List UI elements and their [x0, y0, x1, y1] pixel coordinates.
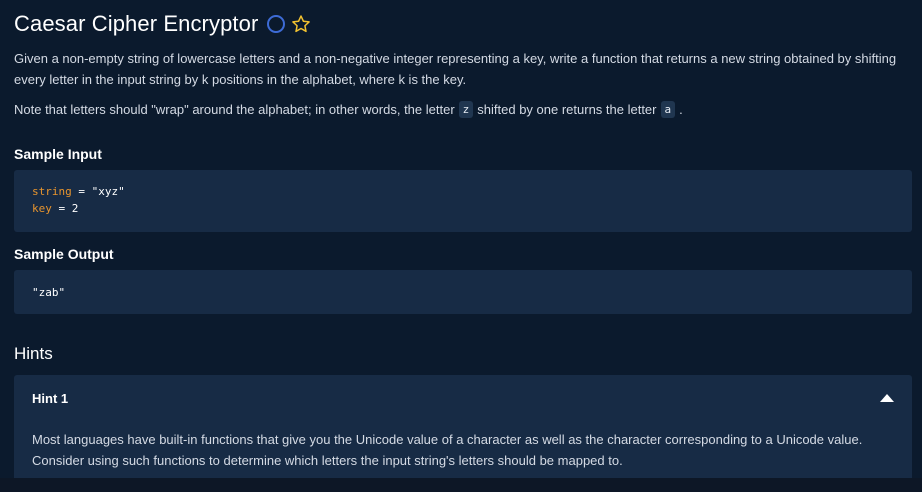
code-variable: key [32, 202, 52, 215]
hint-text: Most languages have built-in functions t… [32, 432, 863, 468]
title-row: Caesar Cipher Encryptor [14, 10, 908, 38]
hint-label: Hint 1 [32, 390, 69, 406]
bottom-bar [0, 478, 922, 492]
problem-page: Caesar Cipher Encryptor Given a non-empt… [0, 0, 922, 485]
hint-toggle[interactable]: Hint 1 [14, 375, 912, 421]
sample-output-code: "zab" [14, 270, 912, 314]
code-chip-z: z [458, 101, 474, 118]
sample-input-heading: Sample Input [14, 146, 102, 162]
star-icon[interactable] [291, 14, 311, 34]
caret-up-icon[interactable] [880, 394, 894, 402]
note-text-start: Note that letters should "wrap" around t… [14, 102, 455, 117]
note-text-end: . [679, 102, 683, 117]
code-line: "zab" [32, 286, 66, 299]
status-circle-icon[interactable] [267, 15, 286, 33]
hint-card: Hint 1 Most languages have built-in func… [14, 375, 912, 485]
problem-note: Note that letters should "wrap" around t… [14, 99, 908, 120]
sample-input-code: string = "xyz" key = 2 [14, 170, 912, 232]
code-chip-a: a [660, 101, 676, 118]
code-variable: string [32, 185, 72, 198]
hints-heading: Hints [14, 344, 53, 363]
page-title: Caesar Cipher Encryptor [14, 11, 259, 36]
code-line: key = 2 [32, 200, 894, 217]
code-value: = 2 [51, 202, 79, 215]
note-text-middle: shifted by one returns the letter [477, 102, 657, 117]
problem-description: Given a non-empty string of lowercase le… [14, 51, 897, 87]
sample-output-heading: Sample Output [14, 246, 114, 262]
code-line: string = "xyz" [32, 183, 894, 200]
code-value: = "xyz" [71, 185, 125, 198]
